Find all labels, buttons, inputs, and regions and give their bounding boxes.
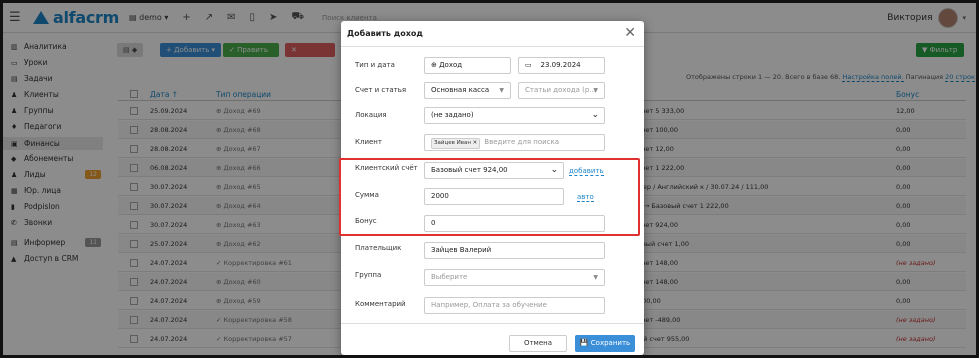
account-label: Счет и статья: [355, 86, 407, 94]
client-label: Клиент: [355, 138, 382, 146]
type-select[interactable]: ⊕ Доход: [424, 57, 511, 74]
account-value: Основная касса: [431, 86, 490, 94]
client-input[interactable]: Зайцев Иван ✕ Введите для поиска: [424, 134, 605, 151]
type-date-label: Тип и дата: [355, 61, 395, 69]
chevron-down-icon: ▼: [593, 274, 598, 281]
chevron-down-icon: ▼: [499, 87, 504, 94]
location-value: (не задано): [431, 111, 474, 119]
chevron-down-icon: ▼: [593, 87, 598, 94]
chevron-down-icon: ⌄: [591, 110, 599, 120]
location-select[interactable]: (не задано) ⌄: [424, 107, 605, 124]
dialog-header: Добавить доход ✕: [341, 21, 644, 47]
calendar-icon: ▭: [525, 61, 541, 69]
client-placeholder: Введите для поиска: [484, 138, 560, 146]
group-select[interactable]: Выберите ▼: [424, 269, 605, 286]
dialog-title: Добавить доход: [347, 29, 423, 38]
article-select[interactable]: Статьи дохода (р... ▼: [518, 82, 605, 99]
group-label: Группа: [355, 271, 382, 279]
account-select[interactable]: Основная касса ▼: [424, 82, 511, 99]
highlight-box: [339, 158, 640, 236]
location-label: Локация: [355, 111, 387, 119]
payer-input[interactable]: Зайцев Валерий: [424, 242, 605, 259]
group-placeholder: Выберите: [431, 273, 468, 281]
cancel-button[interactable]: Отмена: [509, 335, 567, 352]
comment-label: Комментарий: [355, 300, 406, 308]
comment-input[interactable]: Например, Оплата за обучение: [424, 297, 605, 314]
comment-placeholder: Например, Оплата за обучение: [431, 301, 547, 309]
save-button[interactable]: 💾 Сохранить: [575, 335, 635, 352]
date-value: 23.09.2024: [540, 61, 581, 69]
payer-label: Плательщик: [355, 244, 402, 252]
dialog-footer: Отмена 💾 Сохранить: [341, 323, 644, 355]
app-window: ☰ alfacrm ▤ demo ▾ + ↗ ✉ ▯ ➤ ⛟ Поиск кли…: [0, 0, 979, 358]
close-icon[interactable]: ✕: [624, 25, 636, 41]
article-placeholder: Статьи дохода (р...: [525, 86, 596, 94]
client-tag[interactable]: Зайцев Иван ✕: [431, 138, 481, 149]
date-input[interactable]: ▭ 23.09.2024: [518, 57, 605, 74]
